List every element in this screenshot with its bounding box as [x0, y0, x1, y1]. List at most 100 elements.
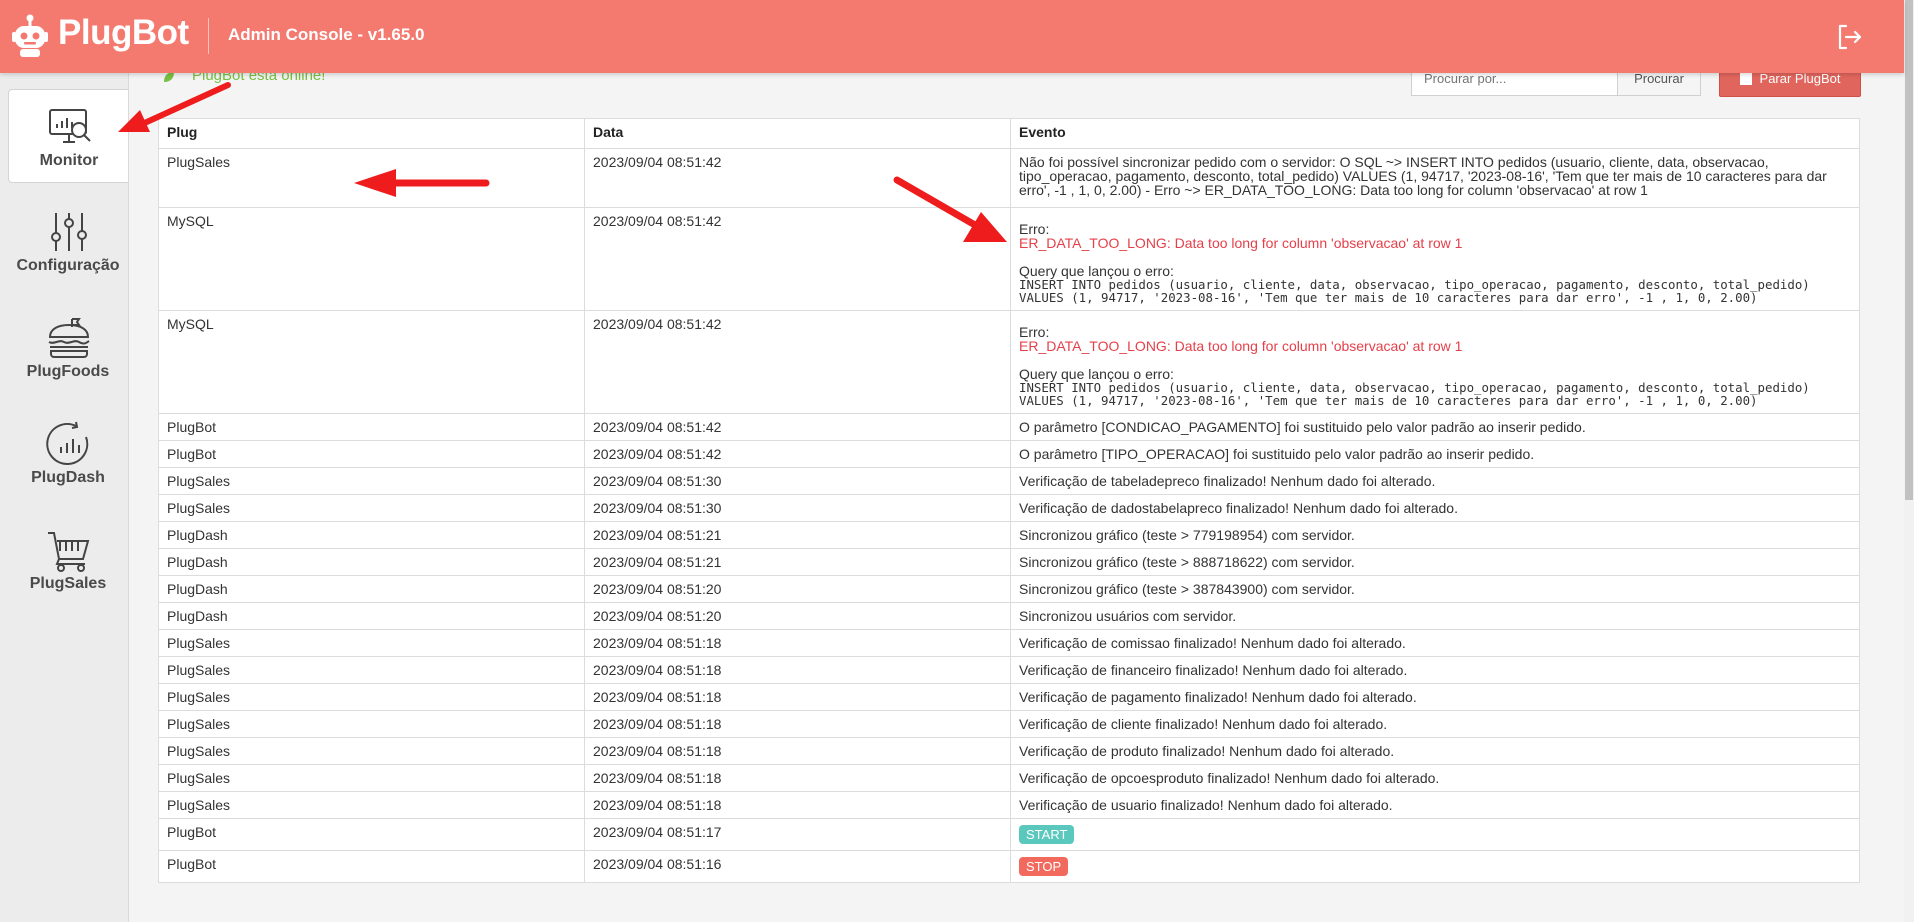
- cell-plug: PlugBot: [158, 440, 585, 468]
- console-version: Admin Console - v1.65.0: [228, 25, 425, 44]
- sidebar-item-label: PlugDash: [31, 469, 105, 486]
- cell-event: O parâmetro [TIPO_OPERACAO] foi sustitui…: [1010, 440, 1860, 468]
- annotation-arrow-icon: [893, 176, 1007, 242]
- table-row: PlugBot 2023/09/04 08:51:42 O parâmetro [T…: [158, 440, 1860, 468]
- cart-icon: [48, 532, 90, 572]
- error-label: Erro:: [1019, 324, 1050, 340]
- table-row: MySQL 2023/09/04 08:51:42 Erro: ER_DATA_…: [158, 310, 1860, 414]
- cell-date: 2023/09/04 08:51:18: [584, 764, 1011, 792]
- cell-event: STOP: [1010, 850, 1860, 883]
- sliders-icon: [51, 213, 87, 251]
- cell-plug: MySQL: [158, 310, 585, 414]
- cell-event: Erro: ER_DATA_TOO_LONG: Data too long fo…: [1010, 207, 1860, 311]
- cell-event: Verificação de produto finalizado! Nenhu…: [1010, 737, 1860, 765]
- cell-date: 2023/09/04 08:51:21: [584, 548, 1011, 576]
- cell-event: Verificação de tabeladepreco finalizado!…: [1010, 467, 1860, 495]
- cell-event: Sincronizou usuários com servidor.: [1010, 602, 1860, 630]
- cell-plug: PlugBot: [158, 818, 585, 851]
- table-row: PlugBot 2023/09/04 08:51:16 STOP: [158, 850, 1860, 883]
- burger-icon: [48, 318, 90, 358]
- cell-date: 2023/09/04 08:51:16: [584, 850, 1011, 883]
- table-row: PlugSales 2023/09/04 08:51:18 Verificação …: [158, 791, 1860, 819]
- error-message: ER_DATA_TOO_LONG: Data too long for colu…: [1019, 338, 1463, 354]
- cell-plug: PlugSales: [158, 494, 585, 522]
- cell-event: O parâmetro [CONDICAO_PAGAMENTO] foi sus…: [1010, 413, 1860, 441]
- query-label: Query que lançou o erro:: [1019, 263, 1174, 279]
- monitor-icon: [49, 109, 91, 143]
- table-row: PlugSales 2023/09/04 08:51:18 Verificação …: [158, 656, 1860, 684]
- start-badge: START: [1019, 825, 1075, 844]
- cell-plug: PlugDash: [158, 602, 585, 630]
- sidebar-item-configuracao[interactable]: Configuração: [8, 195, 128, 287]
- cell-event: Sincronizou gráfico (teste > 387843900) …: [1010, 575, 1860, 603]
- cell-date: 2023/09/04 08:51:17: [584, 818, 1011, 851]
- query-line: VALUES (1, 94717, '2023-08-16', 'Tem que…: [1019, 290, 1758, 305]
- sidebar-item-plugsales[interactable]: PlugSales: [8, 513, 128, 605]
- cell-event: Verificação de financeiro finalizado! Ne…: [1010, 656, 1860, 684]
- stop-icon: [1739, 73, 1752, 85]
- table-row: PlugBot 2023/09/04 08:51:17 START: [158, 818, 1860, 851]
- dashboard-chart-icon: [46, 421, 89, 465]
- sidebar: Monitor Configuração PlugFoods PlugDash: [0, 73, 129, 922]
- error-message: ER_DATA_TOO_LONG: Data too long for colu…: [1019, 235, 1463, 251]
- sidebar-item-label: Configuração: [16, 257, 120, 274]
- cell-event: Verificação de opcoesproduto finalizado!…: [1010, 764, 1860, 792]
- table-row: PlugSales 2023/09/04 08:51:18 Verificação …: [158, 683, 1860, 711]
- table-row: PlugSales 2023/09/04 08:51:18 Verificação …: [158, 764, 1860, 792]
- cell-plug: PlugSales: [158, 656, 585, 684]
- cell-plug: PlugSales: [158, 683, 585, 711]
- cell-plug: PlugDash: [158, 575, 585, 603]
- robot-logo-icon: [12, 14, 48, 57]
- table-row: PlugSales 2023/09/04 08:51:18 Verificação …: [158, 710, 1860, 738]
- cell-event: Sincronizou gráfico (teste > 779198954) …: [1010, 521, 1860, 549]
- cell-plug: PlugSales: [158, 764, 585, 792]
- sidebar-item-plugdash[interactable]: PlugDash: [8, 407, 128, 499]
- scrollbar-thumb[interactable]: [1905, 0, 1913, 500]
- cell-date: 2023/09/04 08:51:30: [584, 494, 1011, 522]
- table-row: PlugSales 2023/09/04 08:51:30 Verificação …: [158, 494, 1860, 522]
- annotation-arrow-icon: [118, 82, 231, 132]
- logout-icon[interactable]: [1836, 24, 1862, 50]
- sidebar-item-plugfoods[interactable]: PlugFoods: [8, 301, 128, 393]
- column-header-evento[interactable]: Evento: [1010, 118, 1860, 149]
- table-row: PlugDash 2023/09/04 08:51:20 Sincronizou u…: [158, 602, 1860, 630]
- cell-date: 2023/09/04 08:51:42: [584, 413, 1011, 441]
- cell-date: 2023/09/04 08:51:18: [584, 791, 1011, 819]
- cell-event: Verificação de pagamento finalizado! Nen…: [1010, 683, 1860, 711]
- cell-plug: PlugSales: [158, 629, 585, 657]
- cell-date: 2023/09/04 08:51:42: [584, 310, 1011, 414]
- cell-date: 2023/09/04 08:51:18: [584, 710, 1011, 738]
- cell-plug: MySQL: [158, 207, 585, 311]
- cell-event: Verificação de usuario finalizado! Nenhu…: [1010, 791, 1860, 819]
- cell-date: 2023/09/04 08:51:18: [584, 683, 1011, 711]
- sidebar-item-label: Monitor: [39, 152, 99, 169]
- query-line: VALUES (1, 94717, '2023-08-16', 'Tem que…: [1019, 393, 1758, 408]
- sidebar-item-label: PlugFoods: [26, 363, 110, 380]
- table-row: PlugSales 2023/09/04 08:51:18 Verificação …: [158, 737, 1860, 765]
- table-row: PlugDash 2023/09/04 08:51:20 Sincronizou g…: [158, 575, 1860, 603]
- cell-event: Verificação de dadostabelapreco finaliza…: [1010, 494, 1860, 522]
- cell-event: START: [1010, 818, 1860, 851]
- cell-date: 2023/09/04 08:51:18: [584, 629, 1011, 657]
- cell-plug: PlugDash: [158, 521, 585, 549]
- cell-plug: PlugDash: [158, 548, 585, 576]
- cell-event: Verificação de comissao finalizado! Nenh…: [1010, 629, 1860, 657]
- cell-date: 2023/09/04 08:51:42: [584, 440, 1011, 468]
- cell-date: 2023/09/04 08:51:30: [584, 467, 1011, 495]
- cell-plug: PlugSales: [158, 737, 585, 765]
- cell-plug: PlugBot: [158, 850, 585, 883]
- table-row: PlugDash 2023/09/04 08:51:21 Sincronizou g…: [158, 548, 1860, 576]
- cell-event: Sincronizou gráfico (teste > 888718622) …: [1010, 548, 1860, 576]
- annotation-arrow-icon: [354, 169, 490, 197]
- sidebar-item-label: PlugSales: [29, 575, 107, 592]
- stop-button-label: Parar PlugBot: [1759, 71, 1841, 86]
- cell-date: 2023/09/04 08:51:20: [584, 602, 1011, 630]
- column-header-data[interactable]: Data: [584, 118, 1011, 149]
- table-row: PlugBot 2023/09/04 08:51:42 O parâmetro [C…: [158, 413, 1860, 441]
- page-scrollbar[interactable]: [1904, 0, 1914, 922]
- table-row: PlugSales 2023/09/04 08:51:18 Verificação …: [158, 629, 1860, 657]
- cell-date: 2023/09/04 08:51:18: [584, 737, 1011, 765]
- app-header: PlugBot Admin Console - v1.65.0: [0, 0, 1904, 73]
- cell-event: Verificação de cliente finalizado! Nenhu…: [1010, 710, 1860, 738]
- table-header-row: Plug Data Evento: [158, 118, 1860, 149]
